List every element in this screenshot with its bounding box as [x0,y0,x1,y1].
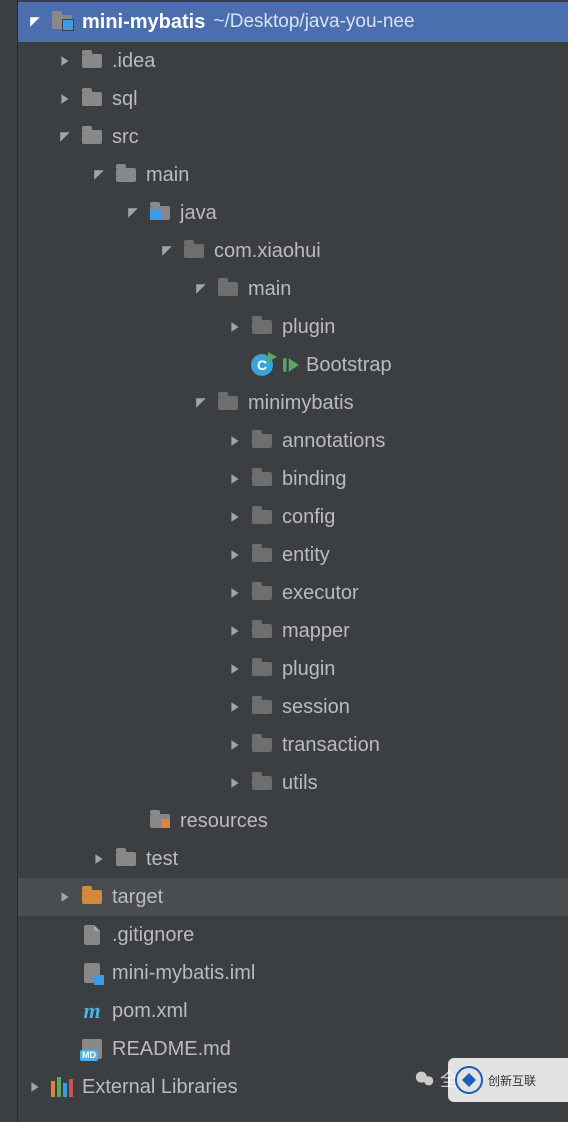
maven-file-icon: m [80,999,104,1023]
tree-item-annotations[interactable]: annotations [18,422,568,460]
folder-icon [114,847,138,871]
chevron-right-icon [88,848,110,870]
chevron-right-icon [224,772,246,794]
package-icon [250,505,274,529]
iml-file-icon [80,961,104,985]
wechat-icon [414,1068,436,1090]
markdown-file-icon: MD [80,1037,104,1061]
package-icon [250,695,274,719]
tree-item-binding[interactable]: binding [18,460,568,498]
tree-item-session[interactable]: session [18,688,568,726]
package-icon [250,315,274,339]
chevron-down-icon [54,126,76,148]
folder-icon [80,49,104,73]
chevron-down-icon [88,164,110,186]
project-tree: mini-mybatis ~/Desktop/java-you-nee .ide… [18,0,568,1122]
libraries-icon [50,1075,74,1099]
tree-item-minimybatis[interactable]: minimybatis [18,384,568,422]
tree-item-main[interactable]: main [18,156,568,194]
chevron-down-icon [190,392,212,414]
chevron-right-icon [224,582,246,604]
module-folder-icon [50,10,74,34]
left-gutter [0,0,18,1122]
chevron-right-icon [224,620,246,642]
watermark-logo-icon [454,1065,484,1095]
chevron-right-icon [224,316,246,338]
chevron-right-icon [224,696,246,718]
tree-item-java[interactable]: java [18,194,568,232]
tree-item-entity[interactable]: entity [18,536,568,574]
watermark-text: 创新互联 [488,1072,536,1089]
tree-item-pkg-main[interactable]: main [18,270,568,308]
chevron-right-icon [54,886,76,908]
folder-icon [80,87,104,111]
source-folder-icon [148,201,172,225]
tree-item-transaction[interactable]: transaction [18,726,568,764]
package-icon [250,543,274,567]
package-icon [216,391,240,415]
folder-icon [114,163,138,187]
folder-icon [80,125,104,149]
package-icon [182,239,206,263]
tree-item-iml[interactable]: mini-mybatis.iml [18,954,568,992]
tree-item-executor[interactable]: executor [18,574,568,612]
chevron-down-icon [24,11,46,33]
chevron-right-icon [224,544,246,566]
package-icon [250,619,274,643]
runnable-class-icon: C [250,353,274,377]
tree-item-test[interactable]: test [18,840,568,878]
tree-item-gitignore[interactable]: .gitignore [18,916,568,954]
tree-item-bootstrap[interactable]: C Bootstrap [18,346,568,384]
tree-item-resources[interactable]: resources [18,802,568,840]
tree-item-idea[interactable]: .idea [18,42,568,80]
watermark: 创新互联 [448,1058,568,1102]
chevron-down-icon [190,278,212,300]
tree-item-src[interactable]: src [18,118,568,156]
package-icon [250,467,274,491]
tree-item-config[interactable]: config [18,498,568,536]
package-icon [250,429,274,453]
tree-item-utils[interactable]: utils [18,764,568,802]
chevron-down-icon [122,202,144,224]
file-icon [80,923,104,947]
target-folder-icon [80,885,104,909]
resources-folder-icon [148,809,172,833]
chevron-right-icon [224,506,246,528]
package-icon [216,277,240,301]
package-icon [250,581,274,605]
chevron-right-icon [54,50,76,72]
tree-item-plugin[interactable]: plugin [18,308,568,346]
root-name: mini-mybatis [82,11,205,34]
tree-item-mapper[interactable]: mapper [18,612,568,650]
package-icon [250,771,274,795]
chevron-right-icon [224,430,246,452]
package-icon [250,733,274,757]
chevron-down-icon [156,240,178,262]
chevron-right-icon [224,468,246,490]
chevron-right-icon [24,1076,46,1098]
tree-item-pom[interactable]: m pom.xml [18,992,568,1030]
tree-item-sql[interactable]: sql [18,80,568,118]
root-path: ~/Desktop/java-you-nee [213,11,414,33]
tree-item-target[interactable]: target [18,878,568,916]
package-icon [250,657,274,681]
chevron-right-icon [224,734,246,756]
tree-item-package[interactable]: com.xiaohui [18,232,568,270]
chevron-right-icon [224,658,246,680]
tree-root-row[interactable]: mini-mybatis ~/Desktop/java-you-nee [18,2,568,42]
chevron-right-icon [54,88,76,110]
resume-icon [282,356,300,374]
tree-item-plugin2[interactable]: plugin [18,650,568,688]
